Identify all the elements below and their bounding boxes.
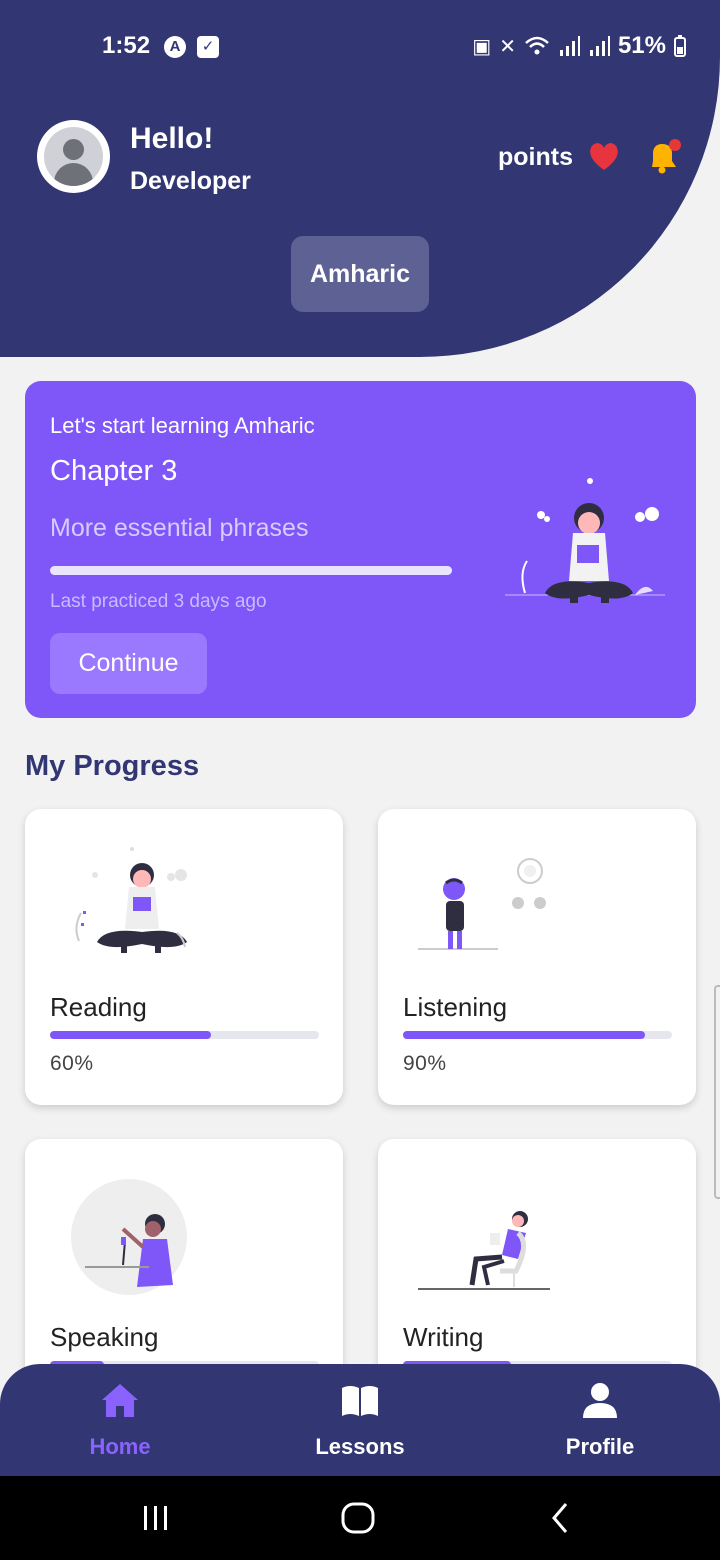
my-progress-heading: My Progress [25, 750, 200, 782]
progress-card-reading[interactable]: Reading 60% [25, 809, 343, 1105]
nav-lessons[interactable]: Lessons [240, 1364, 480, 1476]
avatar-placeholder-icon [44, 127, 103, 186]
listening-illustration-icon [418, 858, 546, 950]
progress-bar [403, 1031, 672, 1039]
status-bar: 1:52 A ✓ ▣ ✕ 51% [0, 30, 720, 66]
last-practiced: Last practiced 3 days ago [50, 591, 267, 612]
avatar[interactable] [37, 120, 110, 193]
book-icon [342, 1386, 378, 1416]
chapter-progress-fill [50, 566, 452, 575]
points-label: points [498, 143, 573, 171]
notification-bell-icon[interactable] [644, 137, 684, 177]
speaking-illustration-icon [71, 1179, 187, 1295]
battery-saver-icon: ▣ [472, 35, 492, 58]
chapter-subtitle: More essential phrases [50, 514, 309, 542]
nav-profile[interactable]: Profile [480, 1364, 720, 1476]
username: Developer [130, 167, 251, 195]
charging-icon [674, 35, 686, 57]
battery-percent: 51% [617, 32, 666, 59]
writing-illustration-icon [418, 1211, 550, 1290]
continue-button[interactable]: Continue [50, 633, 207, 694]
nav-home-label: Home [89, 1434, 151, 1459]
heart-icon [590, 143, 618, 170]
progress-percent: 90% [403, 1052, 447, 1075]
progress-card-label: Listening [403, 992, 508, 1022]
nav-profile-label: Profile [565, 1434, 635, 1459]
progress-bar [50, 1031, 319, 1039]
nav-a-icon: A [164, 36, 186, 58]
system-navigation-bar [0, 1476, 720, 1560]
signal-icon [589, 36, 610, 56]
progress-card-label: Speaking [50, 1322, 159, 1352]
greeting: Hello! [130, 122, 214, 155]
language-button[interactable]: Amharic [291, 236, 429, 312]
progress-card-label: Writing [403, 1322, 484, 1352]
recents-icon[interactable] [136, 1496, 176, 1540]
continue-learning-card[interactable]: Let's start learning Amharic Chapter 3 M… [25, 381, 696, 718]
check-square-icon: ✓ [197, 36, 219, 58]
wifi-icon [525, 36, 549, 55]
progress-card-label: Reading [50, 992, 147, 1022]
progress-percent: 60% [50, 1052, 94, 1075]
home-circle-icon[interactable] [338, 1496, 378, 1540]
app-header: 1:52 A ✓ ▣ ✕ 51% Hello! Developer points… [0, 0, 720, 357]
home-icon [102, 1384, 138, 1417]
signal-icon [559, 36, 580, 56]
reading-woman-illustration-icon [505, 478, 665, 603]
status-time: 1:52 [102, 32, 151, 59]
hero-pretitle: Let's start learning Amharic [50, 413, 315, 438]
nav-lessons-label: Lessons [315, 1434, 405, 1459]
bottom-navigation: Home Lessons Profile [0, 1364, 720, 1476]
chapter-title: Chapter 3 [50, 455, 178, 487]
scroll-indicator[interactable] [714, 985, 720, 1199]
progress-bar-fill [403, 1031, 646, 1039]
mute-icon: ✕ [499, 35, 516, 58]
progress-card-listening[interactable]: Listening 90% [378, 809, 696, 1105]
reading-illustration-icon [75, 847, 187, 953]
chapter-progress-bar [50, 566, 452, 575]
nav-home[interactable]: Home [0, 1364, 240, 1476]
status-right: ▣ ✕ 51% [472, 32, 686, 60]
back-icon[interactable] [540, 1496, 580, 1540]
progress-bar-fill [50, 1031, 212, 1039]
user-icon [583, 1383, 617, 1418]
